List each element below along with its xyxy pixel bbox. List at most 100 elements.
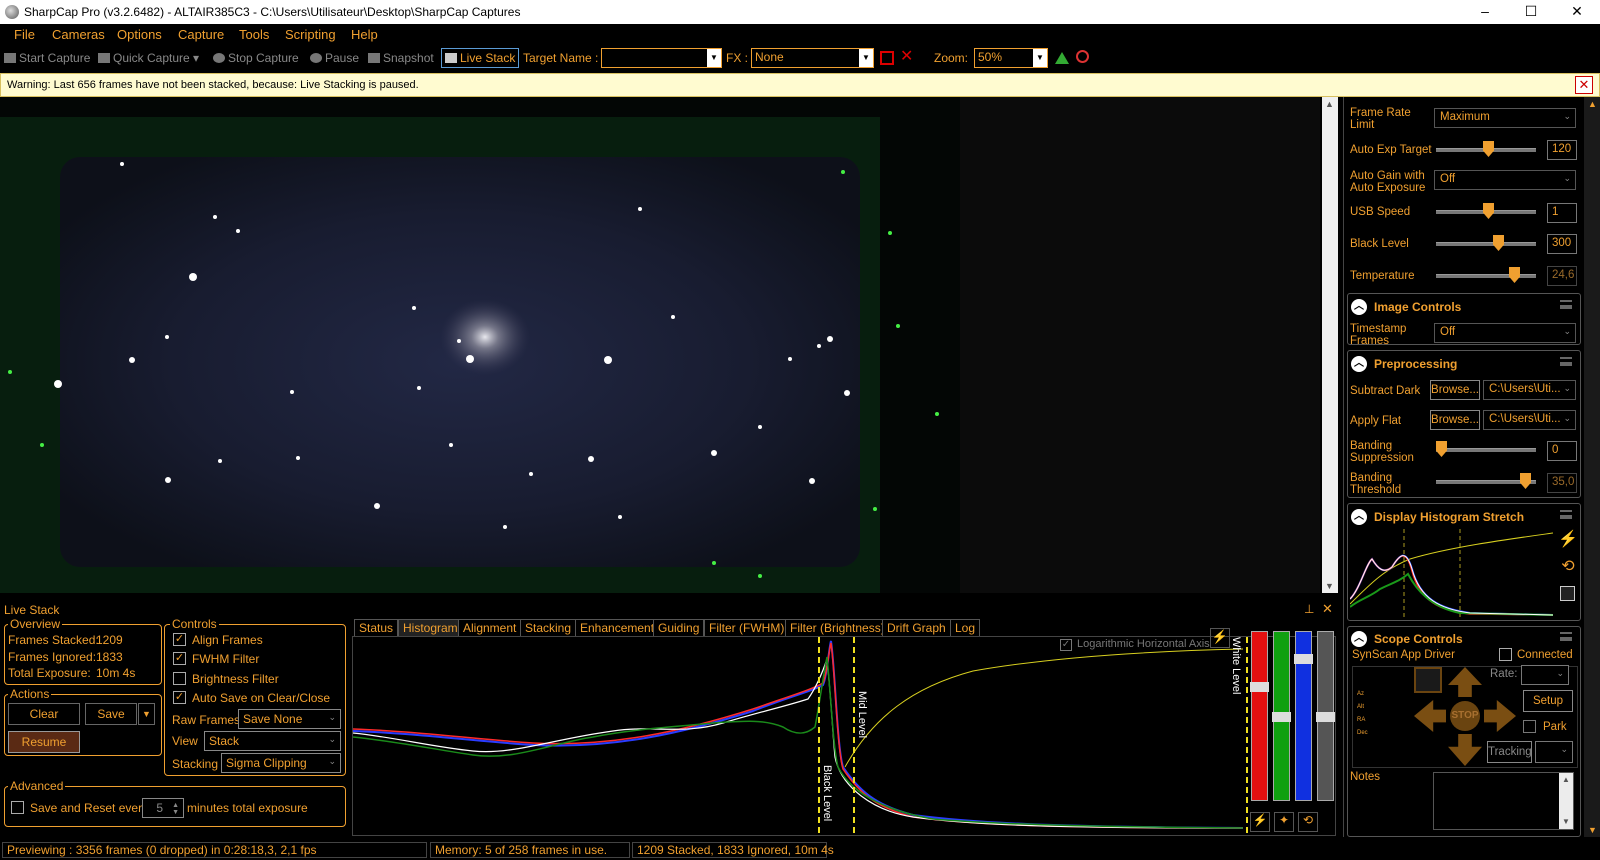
auto-gain-select[interactable]: Off ⌄ [1434, 170, 1576, 190]
green-level-bar[interactable] [1272, 631, 1291, 801]
dark-path-select[interactable]: C:\Users\Uti... ⌄ [1483, 380, 1576, 400]
menu-scripting[interactable]: Scripting [285, 27, 336, 42]
live-stack-button[interactable]: Live Stack [441, 48, 520, 68]
fwhm-filter-checkbox[interactable]: ✓ [173, 652, 186, 665]
red-level-bar[interactable] [1250, 631, 1269, 801]
auto-exp-target-input[interactable]: 120 [1547, 140, 1577, 160]
notes-scrollbar[interactable]: ▲ ▼ [1559, 773, 1573, 829]
target-name-input[interactable]: ▼ [601, 48, 722, 68]
stop-capture-button[interactable]: Stop Capture [213, 51, 299, 65]
auto-stretch-icon[interactable]: ⚡ [1558, 529, 1578, 549]
save-stretch-icon[interactable] [1560, 586, 1575, 601]
start-capture-button[interactable]: Start Capture [4, 51, 90, 65]
stepper-icon[interactable]: ▲ ▼ [172, 802, 179, 816]
stop-button[interactable]: STOP [1450, 701, 1480, 731]
reset-levels-icon[interactable]: ⟲ [1298, 812, 1318, 832]
histogram-stretch-header[interactable]: ︿ Display Histogram Stretch [1348, 506, 1578, 530]
auto-level-icon[interactable]: ⚡ [1250, 812, 1270, 832]
minimize-button[interactable]: – [1462, 0, 1508, 24]
zoom-select[interactable]: 50% ▼ [974, 48, 1048, 68]
crosshair-icon[interactable]: ✕ [900, 49, 913, 65]
clear-button[interactable]: Clear [8, 703, 80, 725]
log-axis-checkbox[interactable]: ✓ [1060, 639, 1072, 651]
histogram-icon[interactable] [1055, 52, 1069, 64]
star-icon[interactable]: ✦ [1274, 812, 1294, 832]
close-button[interactable]: ✕ [1554, 0, 1600, 24]
tab-log[interactable]: Log [950, 619, 981, 636]
flat-path-select[interactable]: C:\Users\Uti... ⌄ [1483, 410, 1576, 430]
tab-enhancement[interactable]: Enhancement [575, 619, 660, 636]
banding-threshold-input[interactable]: 35,0 [1547, 473, 1577, 493]
usb-speed-slider[interactable] [1436, 203, 1536, 219]
tab-drift-graph[interactable]: Drift Graph [882, 619, 951, 636]
usb-speed-input[interactable]: 1 [1547, 203, 1577, 223]
panel-scrollbar[interactable]: ▲ ▼ [1584, 97, 1600, 837]
menu-icon[interactable] [1560, 632, 1572, 641]
warning-close-button[interactable]: ✕ [1575, 76, 1593, 94]
save-reset-minutes-input[interactable]: 5 ▲ ▼ [142, 798, 184, 818]
blue-level-bar[interactable] [1294, 631, 1313, 801]
slew-mode-icon[interactable] [1414, 667, 1442, 693]
focus-icon[interactable] [1076, 50, 1089, 63]
viewer-scrollbar[interactable]: ▲ ▼ [1322, 97, 1338, 593]
black-level-input[interactable]: 300 [1547, 234, 1577, 254]
rate-select[interactable]: ⌄ [1521, 665, 1569, 685]
banding-threshold-slider[interactable] [1436, 473, 1536, 489]
menu-cameras[interactable]: Cameras [52, 27, 105, 42]
tracking-button[interactable]: Tracking [1487, 741, 1532, 763]
park-checkbox[interactable] [1523, 720, 1536, 733]
pin-icon[interactable]: ⊥ [1304, 602, 1314, 616]
maximize-button[interactable]: ☐ [1508, 0, 1554, 24]
snapshot-button[interactable]: Snapshot [368, 51, 434, 65]
image-viewer[interactable] [0, 97, 960, 593]
tracking-select[interactable]: ⌄ [1535, 741, 1573, 763]
fx-select[interactable]: None ▼ [751, 48, 874, 68]
pause-button[interactable]: Pause [310, 51, 359, 65]
banding-suppression-input[interactable]: 0 [1547, 441, 1577, 461]
connected-checkbox[interactable] [1499, 648, 1512, 661]
frame-rate-limit-select[interactable]: Maximum ⌄ [1434, 108, 1576, 128]
menu-icon[interactable] [1560, 300, 1572, 309]
tab-histogram[interactable]: Histogram [398, 619, 463, 636]
level-sliders[interactable] [1248, 631, 1336, 805]
tab-guiding[interactable]: Guiding [653, 619, 705, 636]
quick-capture-button[interactable]: Quick Capture ▾ [98, 51, 199, 65]
setup-button[interactable]: Setup [1523, 690, 1573, 712]
timestamp-frames-select[interactable]: Off ⌄ [1434, 323, 1576, 343]
tab-status[interactable]: Status [354, 619, 399, 636]
resume-button[interactable]: Resume [8, 731, 80, 753]
menu-options[interactable]: Options [117, 27, 162, 42]
save-reset-checkbox[interactable] [11, 801, 24, 814]
auto-stretch-icon[interactable]: ⚡ [1210, 628, 1230, 648]
menu-icon[interactable] [1560, 357, 1572, 366]
save-options-button[interactable]: ▼ [138, 703, 155, 725]
auto-exp-target-slider[interactable] [1436, 141, 1536, 157]
tab-stacking[interactable]: Stacking [520, 619, 577, 636]
black-level-slider[interactable] [1436, 235, 1536, 251]
banding-suppression-slider[interactable] [1436, 441, 1536, 457]
tab-filter-fwhm[interactable]: Filter (FWHM) [704, 619, 790, 636]
preprocessing-header[interactable]: ︿ Preprocessing [1348, 353, 1578, 377]
luminance-level-bar[interactable] [1316, 631, 1335, 801]
panel-close-icon[interactable]: ✕ [1322, 601, 1333, 617]
align-frames-checkbox[interactable]: ✓ [173, 633, 186, 646]
menu-tools[interactable]: Tools [239, 27, 269, 42]
stacking-select[interactable]: Sigma Clipping ⌄ [221, 753, 341, 773]
notes-textarea[interactable]: ▲ ▼ [1433, 772, 1574, 830]
reset-stretch-icon[interactable]: ⟲ [1558, 556, 1578, 576]
brightness-filter-checkbox[interactable] [173, 672, 186, 685]
image-controls-header[interactable]: ︿ Image Controls [1348, 296, 1578, 320]
menu-file[interactable]: File [14, 27, 35, 42]
menu-capture[interactable]: Capture [178, 27, 224, 42]
view-select[interactable]: Stack ⌄ [204, 731, 341, 751]
menu-icon[interactable] [1560, 510, 1572, 519]
browse-dark-button[interactable]: Browse... [1430, 380, 1480, 400]
save-button[interactable]: Save [85, 703, 137, 725]
stretch-histogram-plot[interactable] [1349, 529, 1554, 617]
browse-flat-button[interactable]: Browse... [1430, 410, 1480, 430]
roi-icon[interactable] [880, 51, 894, 65]
menu-help[interactable]: Help [351, 27, 378, 42]
tab-filter-brightness[interactable]: Filter (Brightness) [785, 619, 890, 636]
raw-frames-select[interactable]: Save None ⌄ [238, 709, 341, 729]
auto-save-checkbox[interactable]: ✓ [173, 691, 186, 704]
